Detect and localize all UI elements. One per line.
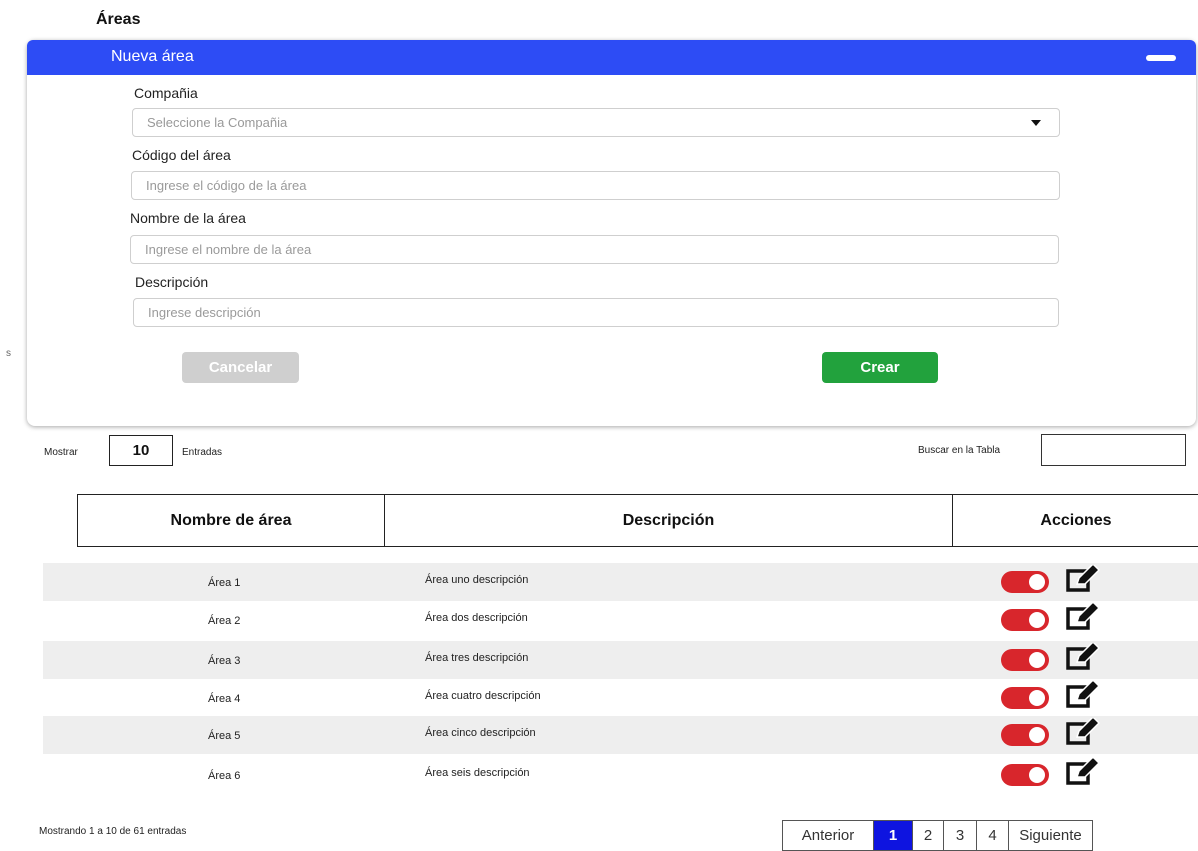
area-description-cell: Área uno descripción xyxy=(425,574,529,586)
caret-down-icon xyxy=(1031,120,1041,126)
status-toggle[interactable] xyxy=(1001,571,1049,593)
toggle-knob xyxy=(1029,652,1045,668)
description-label: Descripción xyxy=(135,274,209,290)
area-description-cell: Área cinco descripción xyxy=(425,727,536,739)
area-name-cell: Área 1 xyxy=(208,577,241,589)
table-row: Área 4 Área cuatro descripción xyxy=(43,678,1198,717)
edit-icon[interactable] xyxy=(1065,640,1101,671)
search-label: Buscar en la Tabla xyxy=(918,445,1001,456)
edit-icon[interactable] xyxy=(1065,600,1101,631)
edit-icon[interactable] xyxy=(1065,755,1101,786)
page-title: Áreas xyxy=(96,11,141,28)
area-description-cell: Área cuatro descripción xyxy=(425,690,541,702)
edit-icon[interactable] xyxy=(1065,678,1101,709)
create-button[interactable]: Crear xyxy=(822,352,938,383)
pagination: Anterior 1 2 3 4 Siguiente xyxy=(782,820,1093,851)
area-name-cell: Área 5 xyxy=(208,730,241,742)
code-input[interactable] xyxy=(131,171,1060,200)
toggle-knob xyxy=(1029,612,1045,628)
status-toggle[interactable] xyxy=(1001,609,1049,631)
page-button-4[interactable]: 4 xyxy=(976,820,1009,851)
panel-title: Nueva área xyxy=(111,48,194,65)
status-toggle[interactable] xyxy=(1001,764,1049,786)
entries-label: Entradas xyxy=(182,447,223,458)
col-header-name[interactable]: Nombre de área xyxy=(78,495,384,546)
toggle-knob xyxy=(1029,727,1045,743)
page-length-select[interactable]: 10 xyxy=(109,435,173,466)
page-button-2[interactable]: 2 xyxy=(912,820,944,851)
status-toggle[interactable] xyxy=(1001,724,1049,746)
area-name-cell: Área 3 xyxy=(208,655,241,667)
new-area-panel: Nueva área Compañia Seleccione la Compañ… xyxy=(27,40,1196,426)
toggle-knob xyxy=(1029,574,1045,590)
prev-page-button[interactable]: Anterior xyxy=(782,820,874,851)
company-select[interactable]: Seleccione la Compañia xyxy=(132,108,1060,137)
panel-header[interactable]: Nueva área xyxy=(27,40,1196,75)
toggle-knob xyxy=(1029,690,1045,706)
col-header-actions: Acciones xyxy=(1040,512,1112,529)
company-label: Compañia xyxy=(134,85,198,101)
show-label: Mostrar xyxy=(44,447,78,458)
table-row: Área 3 Área tres descripción xyxy=(43,640,1198,679)
table-header: Nombre de área Descripción Acciones xyxy=(77,494,1198,547)
name-input[interactable] xyxy=(130,235,1059,264)
stray-text: s xyxy=(6,348,11,359)
next-page-button[interactable]: Siguiente xyxy=(1008,820,1093,851)
edit-icon[interactable] xyxy=(1065,715,1101,746)
table-search-input[interactable] xyxy=(1041,434,1186,466)
col-header-description[interactable]: Descripción xyxy=(385,495,952,546)
status-toggle[interactable] xyxy=(1001,649,1049,671)
edit-icon[interactable] xyxy=(1065,562,1101,593)
code-label: Código del área xyxy=(132,147,231,163)
table-row: Área 5 Área cinco descripción xyxy=(43,715,1198,754)
description-input[interactable] xyxy=(133,298,1059,327)
name-label: Nombre de la área xyxy=(130,210,246,226)
area-name-cell: Área 6 xyxy=(208,770,241,782)
area-description-cell: Área seis descripción xyxy=(425,767,530,779)
table-row: Área 2 Área dos descripción xyxy=(43,600,1198,639)
page-button-3[interactable]: 3 xyxy=(943,820,977,851)
toggle-knob xyxy=(1029,767,1045,783)
minus-icon[interactable] xyxy=(1146,55,1176,61)
area-name-cell: Área 2 xyxy=(208,615,241,627)
page-button-1[interactable]: 1 xyxy=(873,820,913,851)
status-toggle[interactable] xyxy=(1001,687,1049,709)
area-description-cell: Área dos descripción xyxy=(425,612,528,624)
area-description-cell: Área tres descripción xyxy=(425,652,529,664)
area-name-cell: Área 4 xyxy=(208,693,241,705)
table-row: Área 6 Área seis descripción xyxy=(43,755,1198,794)
table-row: Área 1 Área uno descripción xyxy=(43,562,1198,601)
company-select-placeholder: Seleccione la Compañia xyxy=(147,115,288,130)
table-info: Mostrando 1 a 10 de 61 entradas xyxy=(39,826,187,837)
cancel-button[interactable]: Cancelar xyxy=(182,352,299,383)
